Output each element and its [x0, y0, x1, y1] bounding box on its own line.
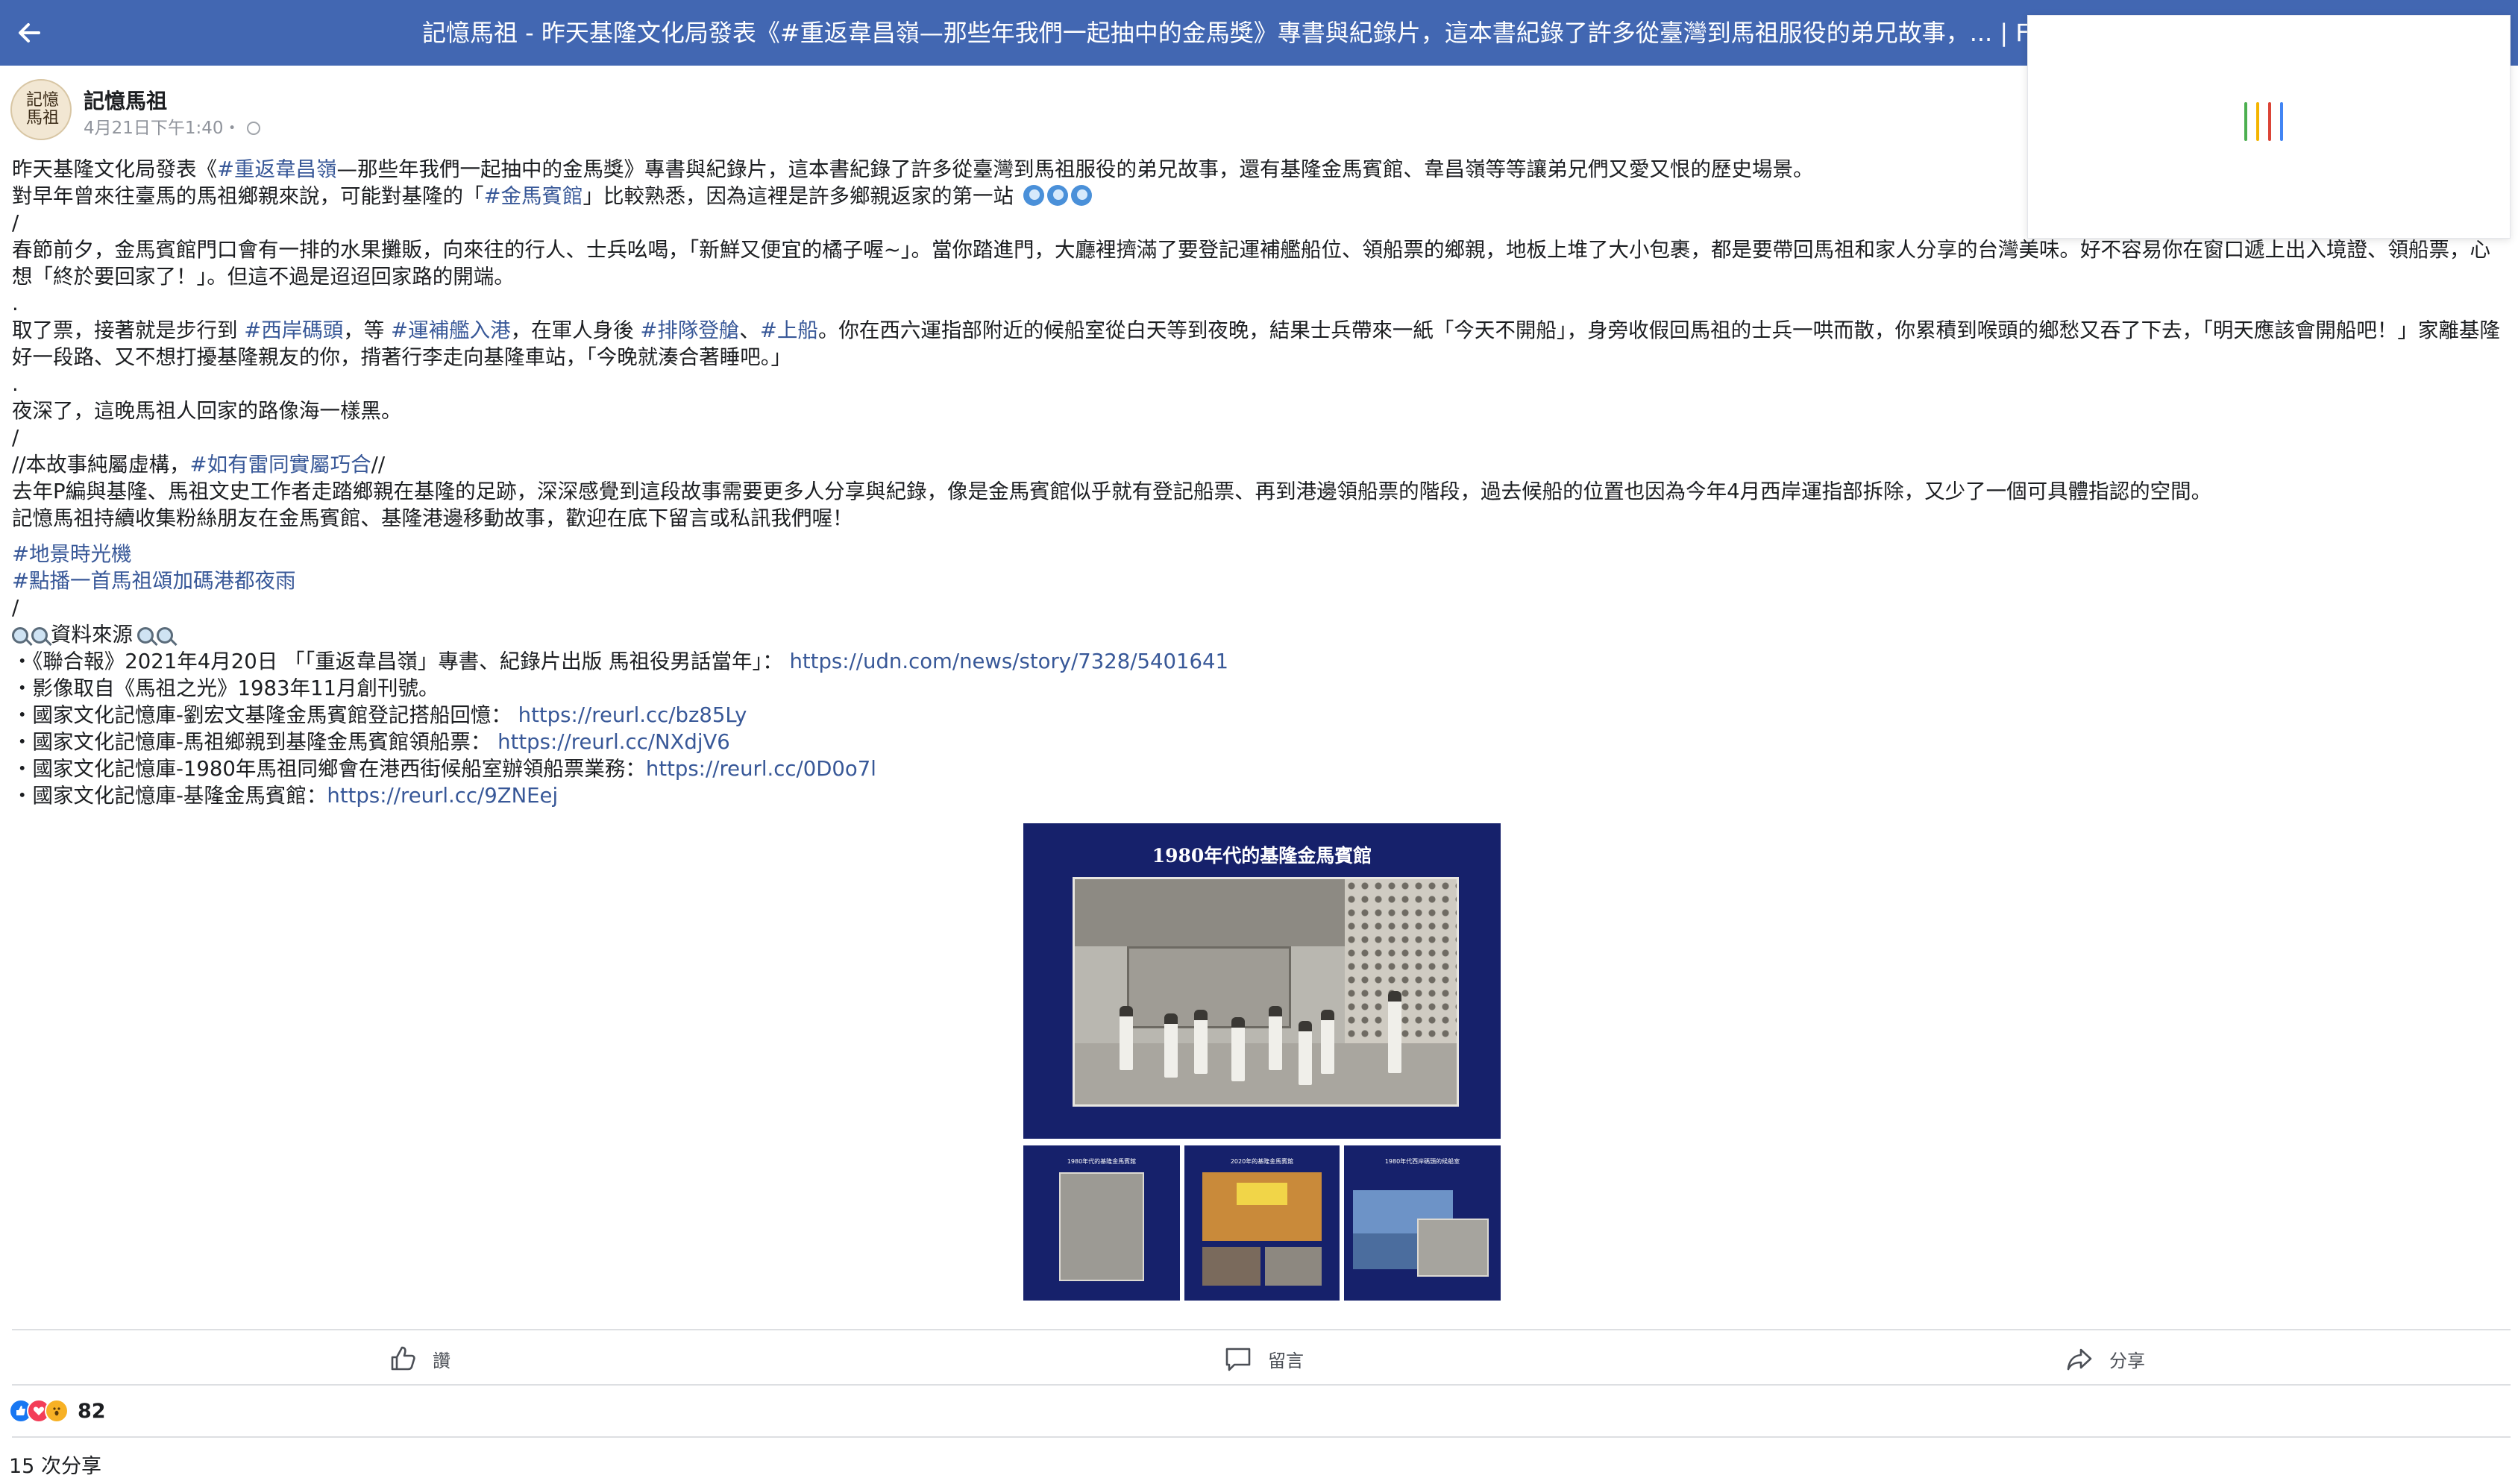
share-button[interactable]: 分享 [2065, 1338, 2145, 1380]
hashtag-link[interactable]: #西岸碼頭 [244, 318, 343, 342]
post-image-thumb-2[interactable]: 2020年的基隆金馬賓館 [1184, 1145, 1340, 1301]
share-label: 分享 [2109, 1350, 2145, 1371]
comment-button[interactable]: 留言 [1223, 1338, 1304, 1380]
window-title: 記憶馬祖 - 昨天基隆文化局發表《#重返韋昌嶺—那些年我們一起抽中的金馬獎》專書… [422, 19, 2048, 47]
text: //本故事純屬虛構， [12, 453, 190, 477]
thumbs-up-icon [391, 1346, 415, 1371]
divider [12, 1436, 2511, 1438]
source-item: ・國家文化記憶庫-1980年馬祖同鄉會在港西街候船室辦領船票業務：https:/… [12, 755, 2506, 782]
loading-icon [2244, 102, 2304, 147]
text: ・國家文化記憶庫-基隆金馬賓館： [12, 784, 327, 808]
source-item: ・國家文化記憶庫-基隆金馬賓館：https://reurl.cc/9ZNEej [12, 782, 2506, 809]
source-item: ・國家文化記憶庫-劉宏文基隆金馬賓館登記搭船回憶： https://reurl.… [12, 702, 2506, 729]
hashtag-link[interactable]: #如有雷同實屬巧合 [190, 453, 371, 477]
avatar-logo-text: 記憶馬祖 [25, 91, 59, 128]
magnifier-icon [31, 627, 48, 644]
share-icon [2067, 1348, 2092, 1371]
source-link[interactable]: https://reurl.cc/9ZNEej [327, 784, 558, 808]
magnifier-icon [12, 627, 28, 644]
historic-photo [1073, 877, 1459, 1107]
sources-title: 資料來源 [12, 621, 2506, 648]
hashtag-link[interactable]: #排隊登艙 [640, 318, 739, 342]
paragraph-4: 夜深了，這晚馬祖人回家的路像海一樣黑。 [12, 399, 402, 423]
text: ・《聯合報》2021年4月20日 「「重返韋昌嶺」專書、紀錄片出版 馬祖役男話當… [12, 650, 790, 673]
post-image-thumb-3[interactable]: 1980年代西岸碼頭的候船室 [1344, 1145, 1501, 1301]
text: —那些年我們一起抽中的金馬獎》專書與紀錄片，這本書紀錄了許多從臺灣到馬祖服役的弟… [336, 157, 1814, 181]
paragraph-7: 記憶馬祖持續收集粉絲朋友在金馬賓館、基隆港邊移動故事，歡迎在底下留言或私訊我們喔… [12, 506, 853, 530]
text: // [371, 453, 386, 477]
hashtag-link[interactable]: #點播一首馬祖頌加碼港都夜雨 [12, 569, 296, 593]
separator: . [12, 292, 19, 315]
post-image-thumb-1[interactable]: 1980年代的基隆金馬賓館 [1023, 1145, 1180, 1301]
hashtag-link[interactable]: #上船 [760, 318, 818, 342]
source-item: ・影像取自《馬祖之光》1983年11月創刊號。 [12, 675, 2506, 702]
text: ，在軍人身後 [510, 318, 641, 342]
source-link[interactable]: https://udn.com/news/story/7328/5401641 [789, 650, 1228, 673]
text: ・國家文化記憶庫-馬祖鄉親到基隆金馬賓館領船票： [12, 730, 498, 754]
source-link[interactable]: https://reurl.cc/bz85Ly [518, 703, 747, 727]
text: 」比較熟悉，因為這裡是許多鄉親返家的第一站 [583, 184, 1014, 208]
thumb-title: 2020年的基隆金馬賓館 [1230, 1158, 1294, 1165]
paragraph-6: 去年P編與基隆、馬祖文史工作者走踏鄉親在基隆的足跡，深深感覺到這段故事需要更多人… [12, 480, 2212, 503]
reactions-summary[interactable]: 82 [9, 1397, 106, 1424]
post-meta: 4月21日下午1:40・ [84, 113, 260, 139]
post-body: 昨天基隆文化局發表《#重返韋昌嶺—那些年我們一起抽中的金馬獎》專書與紀錄片，這本… [12, 156, 2506, 809]
text: ・影像取自《馬祖之光》1983年11月創刊號。 [12, 676, 439, 700]
text: 對早年曾來往臺馬的馬祖鄉親來說，可能對基隆的「 [12, 184, 484, 208]
text: ，等 [343, 318, 392, 342]
text: 取了票，接著就是步行到 [12, 318, 245, 342]
paragraph-5: //本故事純屬虛構，#如有雷同實屬巧合// [12, 451, 2506, 478]
thumb-title: 1980年代的基隆金馬賓館 [1067, 1158, 1137, 1165]
source-link[interactable]: https://reurl.cc/0D0o7l [646, 757, 876, 781]
image-title: 1980年代的基隆金馬賓館 [1152, 845, 1372, 867]
comment-icon [1225, 1348, 1251, 1371]
divider [12, 1384, 2511, 1386]
hashtag-link[interactable]: #地景時光機 [12, 542, 132, 566]
text: ・國家文化記憶庫-劉宏文基隆金馬賓館登記搭船回憶： [12, 703, 518, 727]
hashtag-line: #地景時光機 [12, 541, 2506, 567]
share-count[interactable]: 15 次分享 [9, 1450, 101, 1479]
separator: . [12, 372, 19, 396]
post-timestamp[interactable]: 4月21日下午1:40 [84, 119, 224, 138]
back-arrow-icon[interactable] [10, 13, 49, 52]
hashtag-link[interactable]: #重返韋昌嶺 [217, 157, 337, 181]
source-item: ・《聯合報》2021年4月20日 「「重返韋昌嶺」專書、紀錄片出版 馬祖役男話當… [12, 648, 2506, 675]
source-link[interactable]: https://reurl.cc/NXdjV6 [497, 730, 730, 754]
post-image-main[interactable]: 1980年代的基隆金馬賓館 [1023, 823, 1501, 1139]
body-line-2: 對早年曾來往臺馬的馬祖鄉親來說，可能對基隆的「#金馬賓館」比較熟悉，因為這裡是許… [12, 183, 2506, 210]
wave-emoji-icon [1023, 185, 1044, 206]
like-label: 讚 [433, 1350, 450, 1371]
separator: / [12, 596, 19, 620]
source-item: ・國家文化記憶庫-馬祖鄉親到基隆金馬賓館領船票： https://reurl.c… [12, 729, 2506, 755]
text: ・國家文化記憶庫-1980年馬祖同鄉會在港西街候船室辦領船票業務： [12, 757, 646, 781]
paragraph-3: 取了票，接著就是步行到 #西岸碼頭，等 #運補艦入港，在軍人身後 #排隊登艙、#… [12, 317, 2506, 371]
page-name[interactable]: 記憶馬祖 [84, 85, 167, 115]
text: 昨天基隆文化局發表《 [12, 157, 217, 181]
wave-emoji-icon [1070, 185, 1092, 206]
hashtag-link[interactable]: #金馬賓館 [484, 184, 583, 208]
magnifier-icon [157, 627, 173, 644]
thumb-title: 1980年代西岸碼頭的候船室 [1384, 1158, 1460, 1165]
magnifier-icon [137, 627, 154, 644]
separator: / [12, 426, 19, 450]
page-avatar[interactable]: 記憶馬祖 [10, 79, 72, 140]
hashtag-link[interactable]: #運補艦入港 [391, 318, 511, 342]
globe-icon [246, 122, 260, 135]
wave-emoji-icon [1046, 185, 1068, 206]
paragraph-2: 春節前夕，金馬賓館門口會有一排的水果攤販，向來往的行人、士兵吆喝，「新鮮又便宜的… [12, 238, 2491, 289]
hashtag-line: #點播一首馬祖頌加碼港都夜雨 [12, 567, 2506, 594]
wow-reaction-icon [45, 1399, 69, 1423]
text: 、 [739, 318, 760, 342]
comment-label: 留言 [1268, 1350, 1304, 1371]
reaction-count: 82 [78, 1399, 106, 1423]
body-line-1: 昨天基隆文化局發表《#重返韋昌嶺—那些年我們一起抽中的金馬獎》專書與紀錄片，這本… [12, 156, 2506, 183]
divider [12, 1329, 2511, 1330]
separator: / [12, 211, 19, 235]
like-button[interactable]: 讚 [388, 1338, 450, 1380]
text: 資料來源 [51, 623, 133, 647]
